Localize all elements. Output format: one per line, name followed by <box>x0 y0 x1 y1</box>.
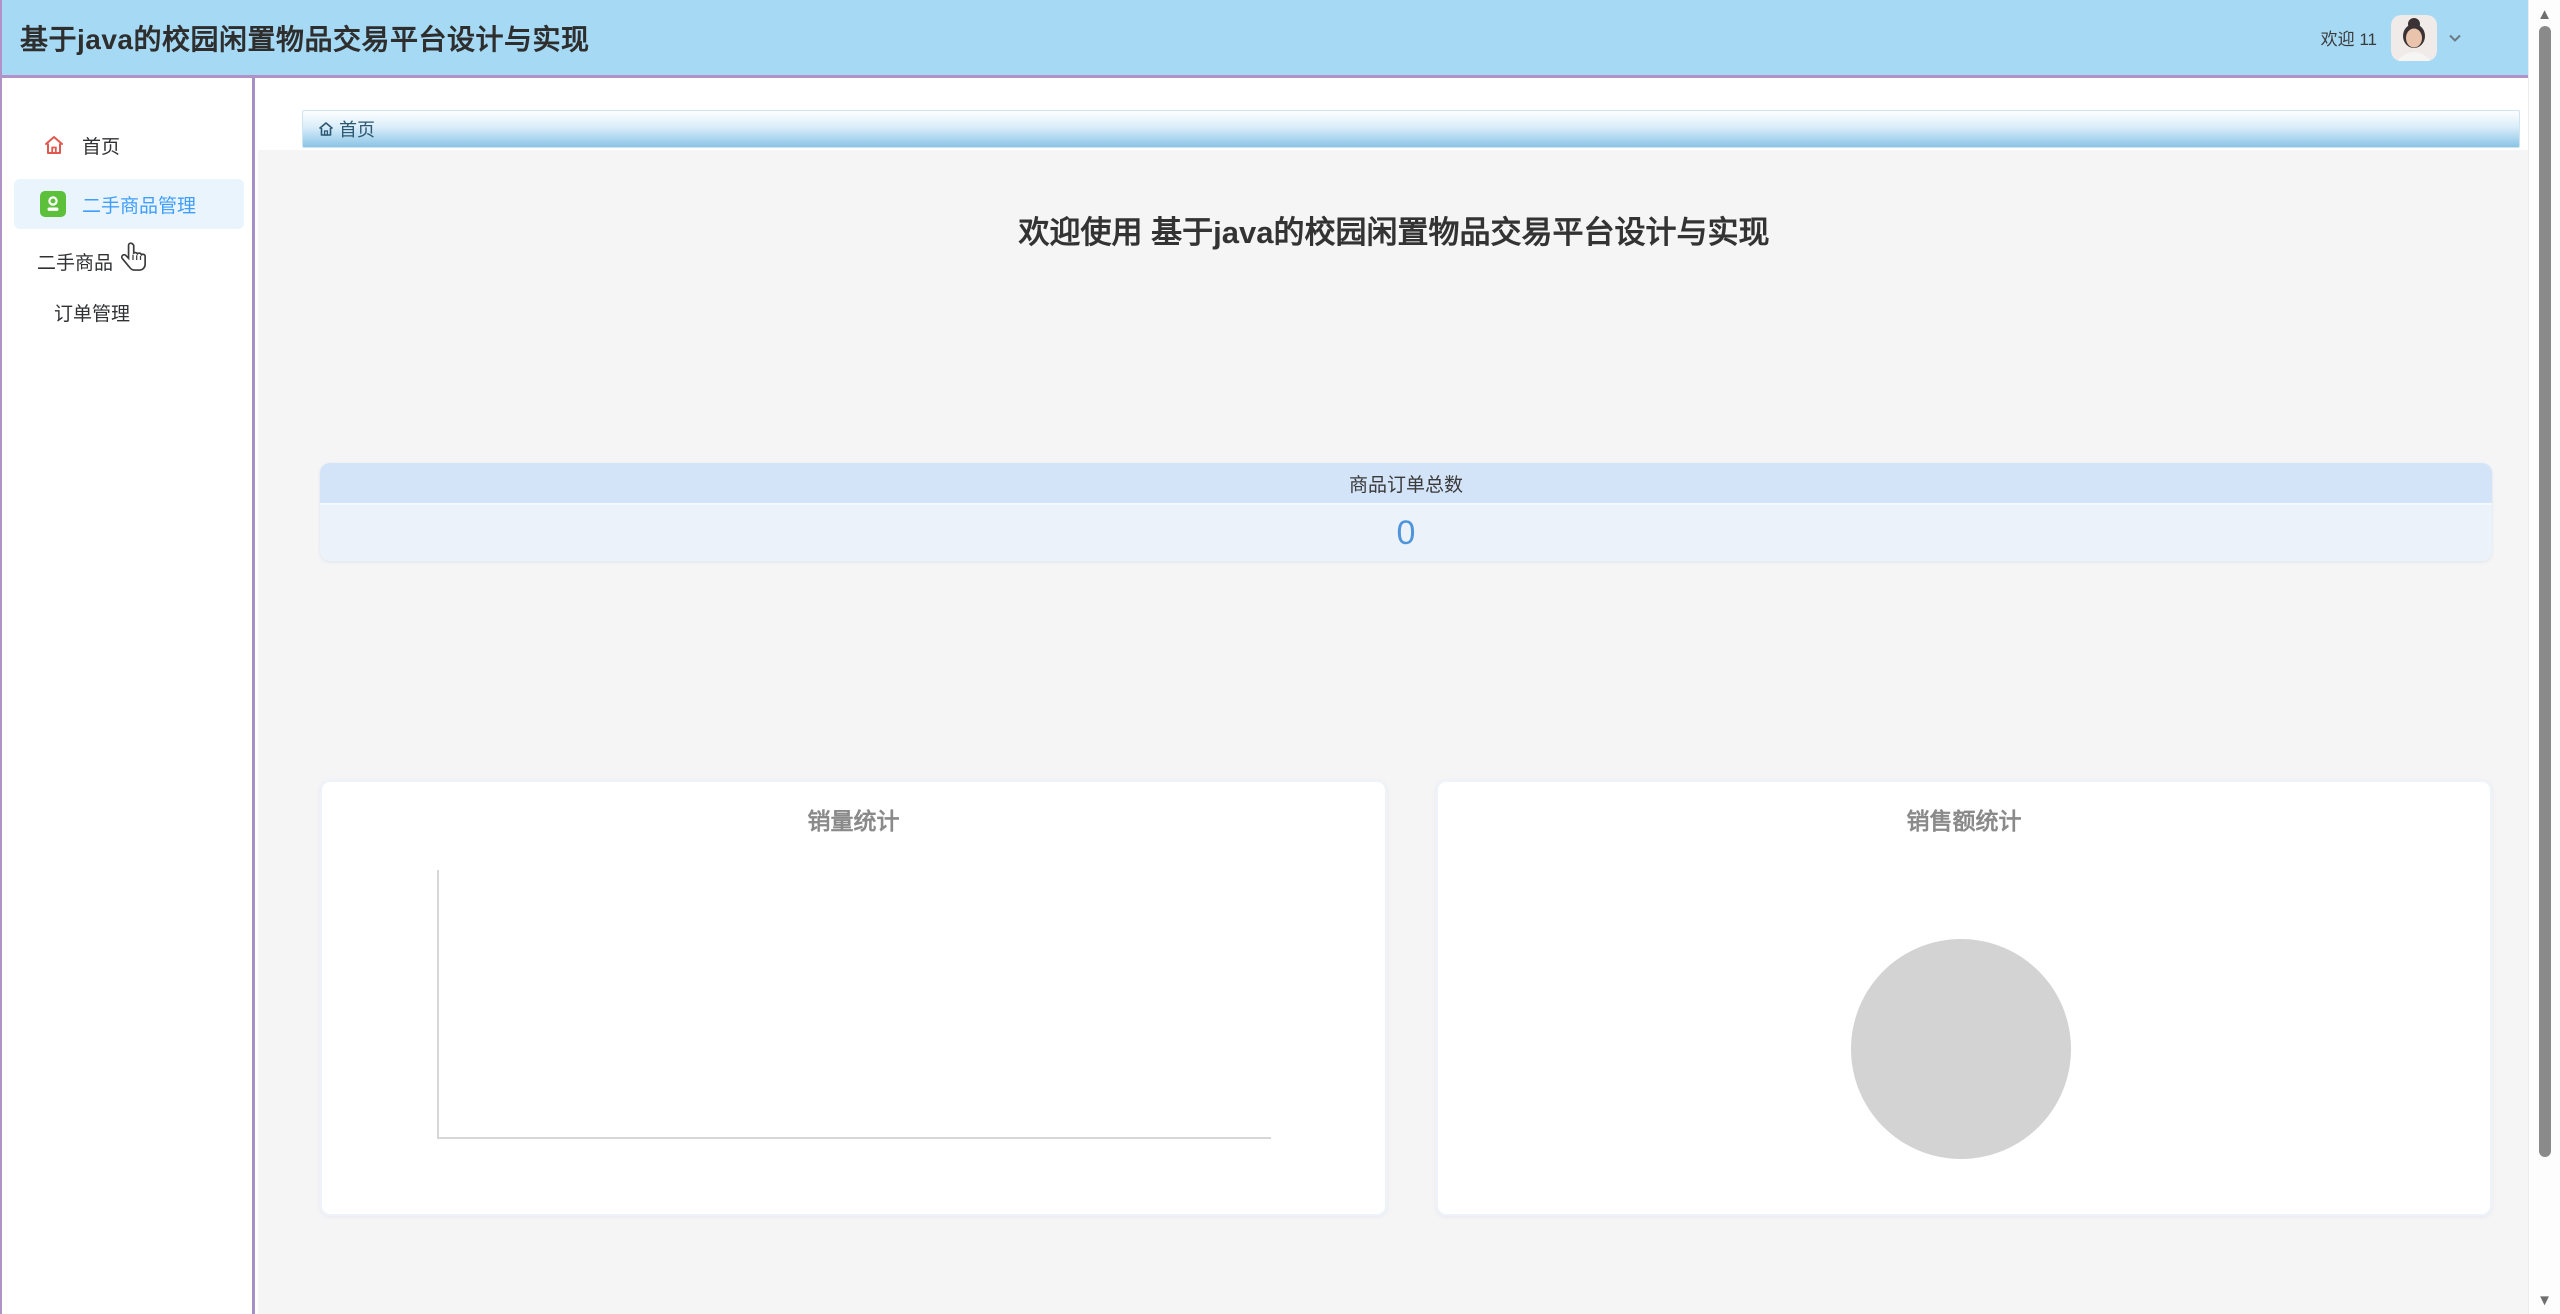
sales-amount-chart-card: 销售额统计 <box>1436 780 2492 1216</box>
main-area: 首页 欢迎使用 基于java的校园闲置物品交易平台设计与实现 商品订单总数 0 … <box>258 78 2530 1314</box>
page-title: 基于java的校园闲置物品交易平台设计与实现 <box>20 18 590 58</box>
stat-card-label: 商品订单总数 <box>1349 470 1463 497</box>
welcome-user-text: 欢迎 11 <box>2321 25 2377 50</box>
breadcrumb[interactable]: 首页 <box>302 110 2520 148</box>
breadcrumb-home-label[interactable]: 首页 <box>339 116 375 142</box>
header-bar: 基于java的校园闲置物品交易平台设计与实现 欢迎 11 <box>2 0 2528 75</box>
breadcrumb-home-icon <box>317 120 335 138</box>
stat-card-value: 0 <box>1397 514 1416 553</box>
welcome-heading: 欢迎使用 基于java的校园闲置物品交易平台设计与实现 <box>258 207 2530 252</box>
sidebar-item-home[interactable]: 首页 <box>2 120 252 170</box>
empty-line-chart-axes <box>437 870 1271 1139</box>
chevron-down-icon[interactable] <box>2447 30 2463 46</box>
sales-volume-chart-title: 销量统计 <box>322 802 1385 836</box>
vertical-scrollbar[interactable]: ▲ ▼ <box>2528 0 2560 1314</box>
home-icon <box>42 133 66 157</box>
sales-amount-chart-title: 销售额统计 <box>1438 802 2490 836</box>
sidebar-item-label: 二手商品 <box>37 248 113 275</box>
sidebar-item-secondhand-goods-management[interactable]: 二手商品管理 <box>14 179 244 229</box>
scroll-down-arrow-icon[interactable]: ▼ <box>2529 1292 2560 1310</box>
empty-pie-chart-circle <box>1851 939 2071 1159</box>
order-total-stat-card: 商品订单总数 0 <box>320 463 2492 561</box>
sidebar-item-label: 首页 <box>82 132 120 159</box>
sales-volume-chart-card: 销量统计 <box>320 780 1387 1216</box>
app-window: 基于java的校园闲置物品交易平台设计与实现 欢迎 11 <box>0 0 2560 1314</box>
scrollbar-thumb[interactable] <box>2539 26 2551 1157</box>
sidebar-item-order-management[interactable]: 订单管理 <box>2 287 252 337</box>
sidebar-item-label: 二手商品管理 <box>82 191 196 218</box>
stat-card-body: 0 <box>320 505 2492 561</box>
goods-icon <box>40 191 66 217</box>
user-avatar[interactable] <box>2391 15 2437 61</box>
header-user-area[interactable]: 欢迎 11 <box>2321 15 2463 61</box>
stat-card-header: 商品订单总数 <box>320 463 2492 505</box>
hand-cursor-icon <box>118 240 152 278</box>
sidebar-item-label: 订单管理 <box>54 299 130 326</box>
scroll-up-arrow-icon[interactable]: ▲ <box>2529 6 2560 24</box>
content-panel: 欢迎使用 基于java的校园闲置物品交易平台设计与实现 商品订单总数 0 销量统… <box>258 150 2530 1314</box>
